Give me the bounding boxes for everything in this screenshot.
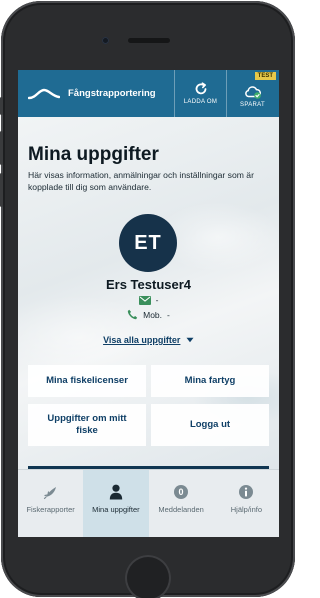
- app-header: Fångstrapportering LADDA OM TEST SPARAT: [18, 70, 279, 117]
- info-icon: [239, 485, 254, 499]
- user-name: Ers Testuser4: [105, 277, 192, 292]
- phone-frame: Fångstrapportering LADDA OM TEST SPARAT: [0, 1, 295, 598]
- mobile-value: -: [167, 309, 170, 320]
- reload-label: LADDA OM: [183, 99, 218, 105]
- page-description: Här visas information, anmälningar och i…: [28, 170, 254, 192]
- wave-logo-icon: [28, 88, 60, 99]
- volume-down-button: [0, 173, 3, 207]
- tab-fiskerapporter[interactable]: Fiskerapporter: [18, 470, 83, 537]
- mobile-row: Mob. -: [18, 309, 279, 320]
- fish-report-icon: [43, 487, 56, 500]
- my-fishing-licenses-button[interactable]: Mina fiskelicenser: [28, 365, 146, 397]
- email-value: -: [155, 295, 159, 305]
- tab-label: Fiskerapporter: [26, 505, 75, 514]
- tab-label: Hjälp/info: [230, 505, 263, 514]
- saved-label: SPARAT: [240, 102, 265, 108]
- avatar-initials: ET: [134, 231, 162, 254]
- show-all-label: Visa alla uppgifter: [103, 335, 181, 345]
- avatar: ET: [119, 214, 177, 272]
- logout-button[interactable]: Logga ut: [151, 404, 269, 446]
- page-title: Mina uppgifter: [28, 144, 159, 165]
- mobile-label: Mob.: [143, 309, 163, 320]
- home-button[interactable]: [125, 555, 171, 598]
- tab-label: Mina uppgifter: [92, 505, 140, 514]
- saved-status-button[interactable]: TEST SPARAT: [226, 70, 278, 117]
- email-icon: [138, 295, 151, 305]
- tab-hjalp-info[interactable]: Hjälp/info: [214, 470, 279, 537]
- app-screen: Fångstrapportering LADDA OM TEST SPARAT: [18, 70, 279, 537]
- mute-switch: [0, 97, 3, 115]
- message-count: 0: [179, 487, 184, 497]
- show-all-details-link[interactable]: Visa alla uppgifter: [18, 335, 279, 345]
- app-name: Fångstrapportering: [68, 88, 156, 99]
- person-icon: [109, 484, 123, 500]
- brand: Fångstrapportering: [18, 70, 174, 117]
- phone-icon: [127, 309, 138, 320]
- refresh-icon: [195, 82, 206, 95]
- front-camera: [102, 37, 109, 44]
- caret-down-icon: [186, 337, 194, 343]
- tab-mina-uppgifter[interactable]: Mina uppgifter: [83, 470, 149, 537]
- my-fishing-info-button[interactable]: Uppgifter om mitt fiske: [28, 404, 146, 446]
- bottom-tab-bar: Fiskerapporter Mina uppgifter 0 Meddelan…: [18, 469, 279, 537]
- reload-button[interactable]: LADDA OM: [174, 70, 226, 117]
- volume-up-button: [0, 131, 3, 165]
- cloud-check-icon: [244, 86, 261, 99]
- earpiece-speaker: [128, 38, 170, 43]
- env-badge: TEST: [254, 72, 276, 80]
- tab-label: Meddelanden: [158, 505, 204, 514]
- tab-meddelanden[interactable]: 0 Meddelanden: [149, 470, 214, 537]
- email-row: -: [18, 295, 279, 305]
- message-count-icon: 0: [174, 485, 189, 499]
- profile-content[interactable]: Mina uppgifter Här visas information, an…: [18, 117, 279, 469]
- my-vessels-button[interactable]: Mina fartyg: [151, 365, 269, 397]
